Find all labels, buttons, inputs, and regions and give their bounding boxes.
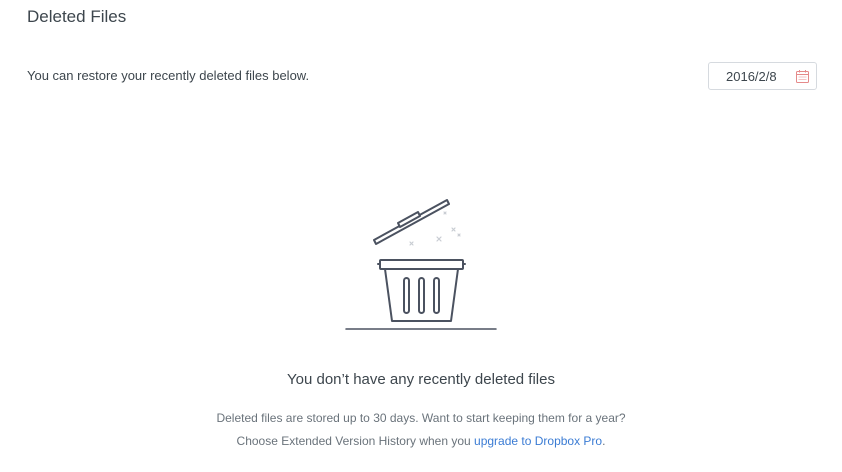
empty-state-upgrade-line: Choose Extended Version History when you… — [0, 433, 842, 449]
calendar-icon — [796, 70, 809, 83]
trash-can-icon — [345, 199, 497, 330]
empty-state-description: Deleted files are stored up to 30 days. … — [216, 411, 626, 425]
page-title: Deleted Files — [27, 7, 127, 26]
upgrade-link[interactable]: upgrade to Dropbox Pro — [474, 434, 602, 448]
empty-state-title: You don’t have any recently deleted file… — [287, 371, 555, 388]
date-picker[interactable]: 2016/2/8 — [708, 62, 817, 90]
restore-description: You can restore your recently deleted fi… — [27, 68, 310, 83]
date-value: 2016/2/8 — [726, 69, 777, 84]
upgrade-line-suffix: . — [602, 434, 606, 448]
deleted-files-page: Deleted Files You can restore your recen… — [0, 0, 842, 472]
upgrade-line-prefix: Choose Extended Version History when you — [236, 434, 475, 448]
